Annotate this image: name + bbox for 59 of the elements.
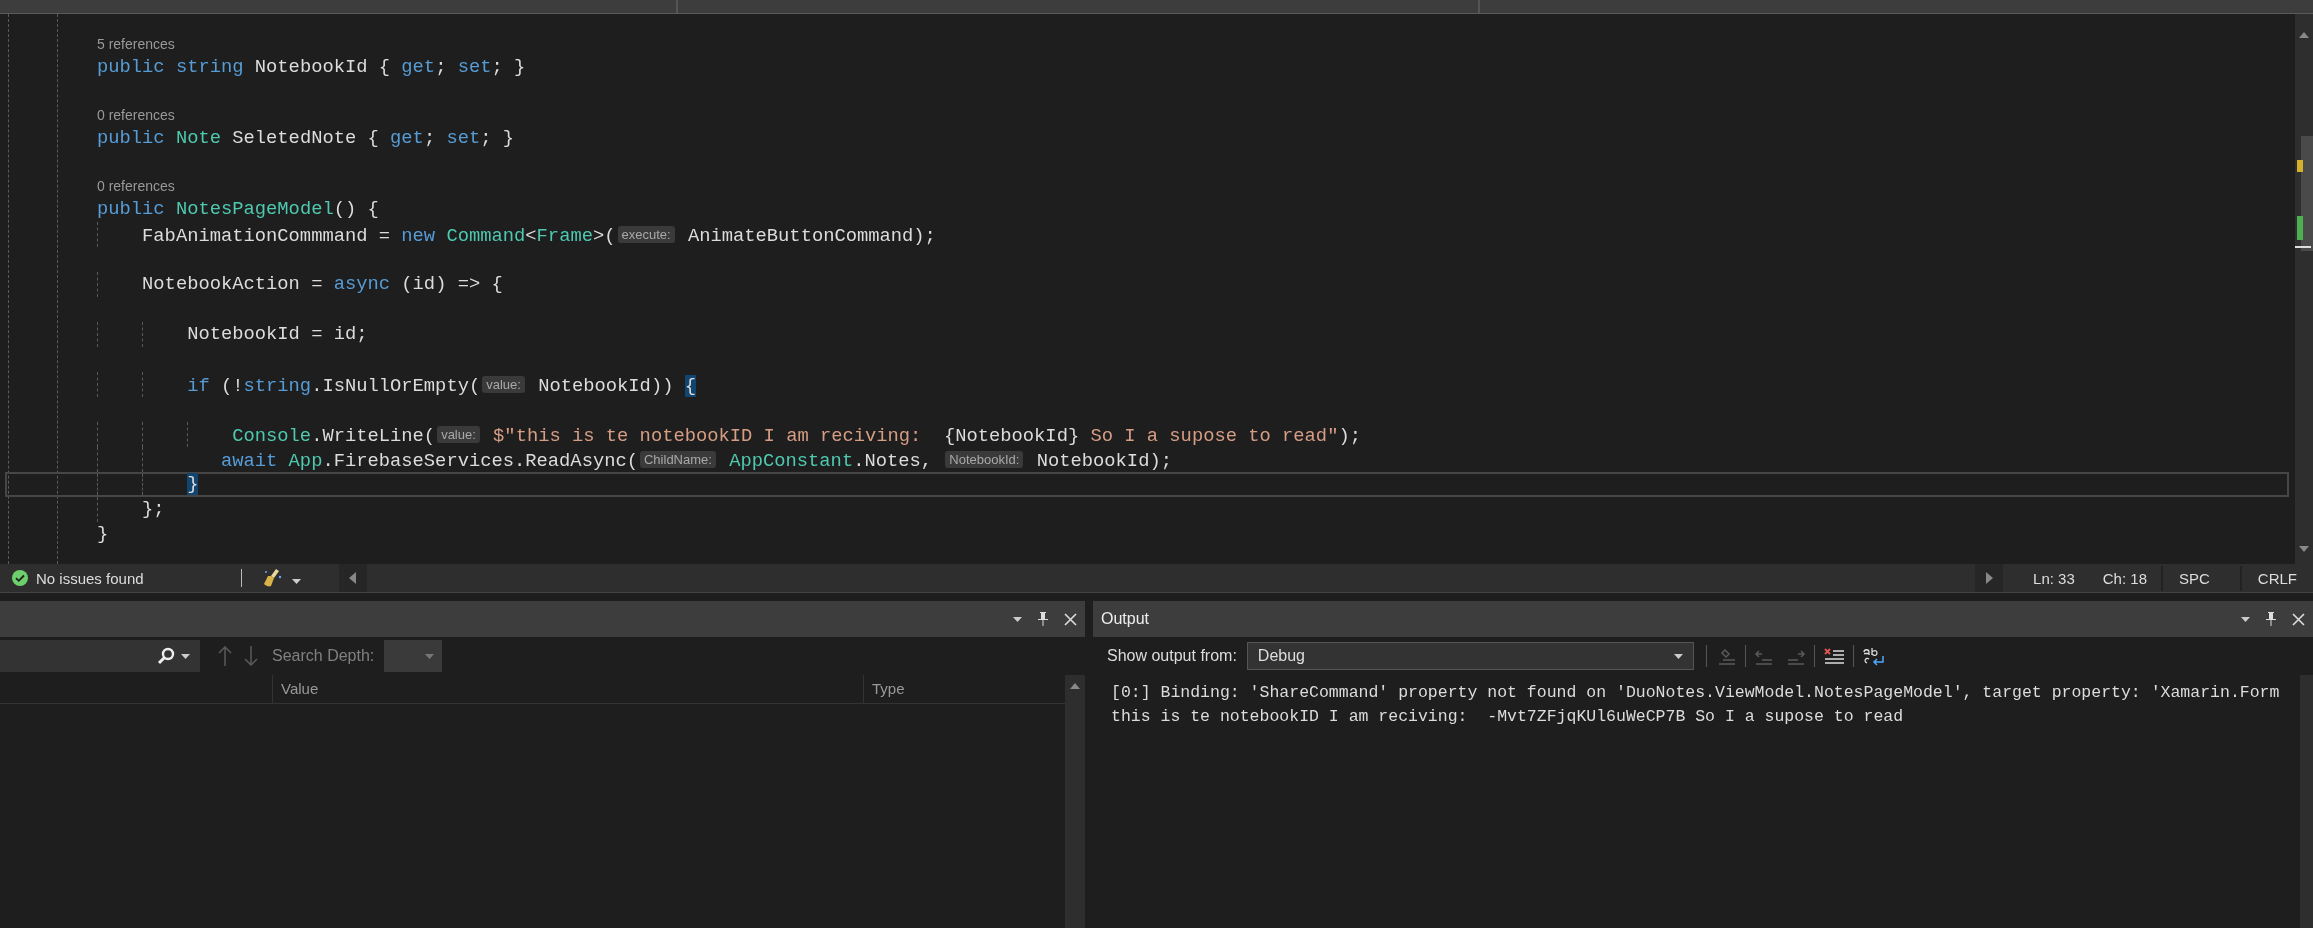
- dropdown-caret-icon: [291, 578, 301, 584]
- code-line: NotebookAction = async (id) => {: [97, 273, 503, 295]
- scroll-thumb[interactable]: [2301, 136, 2313, 251]
- word-wrap-icon[interactable]: [1861, 645, 1886, 667]
- caret-position-marker: [2295, 246, 2311, 248]
- panel-header: Output: [1093, 601, 2313, 637]
- broom-icon[interactable]: [261, 567, 284, 589]
- output-source-dropdown[interactable]: Debug: [1246, 642, 1694, 670]
- pin-icon[interactable]: [2266, 612, 2276, 626]
- line-endings[interactable]: CRLF: [2239, 565, 2313, 591]
- warning-marker: [2297, 160, 2303, 172]
- column-header[interactable]: Value: [281, 680, 319, 697]
- scroll-up-icon[interactable]: [2299, 32, 2309, 38]
- search-field[interactable]: [0, 640, 200, 672]
- search-depth-label: Search Depth:: [272, 647, 375, 665]
- column-number[interactable]: Ch: 18: [2102, 569, 2147, 587]
- scroll-right-icon: [1985, 572, 1993, 584]
- output-line: this is te notebookID I am reciving: -Mvt7ZFjqKUl6uWeCP7B So I a supose to read: [1111, 707, 1904, 726]
- close-icon[interactable]: [2292, 612, 2305, 626]
- vertical-scrollbar[interactable]: [1065, 675, 1085, 928]
- caret-icon: [425, 653, 435, 659]
- issues-status[interactable]: No issues found: [36, 569, 144, 587]
- code-line: if (!string.IsNullOrEmpty( $^{value:}$ NotebookId)) {: [97, 375, 696, 397]
- dropdown-caret-icon: [2241, 616, 2250, 622]
- output-line: [0:] Binding: 'ShareCommand' property not found on 'DuoNotes.ViewModel.NotesPageModel', target property: 'Xamarin.Form: [1111, 683, 2280, 702]
- indentation-mode[interactable]: SPC: [2161, 565, 2226, 591]
- code-line: public Note SeletedNote { get; set; }: [97, 127, 515, 149]
- vertical-scrollbar[interactable]: [2295, 14, 2313, 564]
- scroll-left-button[interactable]: [338, 564, 367, 592]
- code-line: await App.FirebaseServices.ReadAsync( $^{ChildName:}$ AppConstant.Notes, $^{NotebookId:}$ NotebookId);: [97, 450, 1172, 472]
- code-line: Console.WriteLine( $^{value:}$ $"this is te notebookID I am reciving: {NotebookId} So I a supose to read");: [97, 425, 1361, 447]
- code-line: public NotesPageModel() {: [97, 198, 379, 220]
- line-number[interactable]: Ln: 33: [2033, 569, 2075, 587]
- scroll-right-button[interactable]: [1975, 564, 2004, 592]
- code-line: FabAnimationCommmand = new Command<Frame>( $^{execute:}$ AnimateButtonCommand);: [97, 225, 936, 247]
- arrow-down-icon[interactable]: [244, 646, 258, 666]
- close-icon[interactable]: [1064, 612, 1077, 626]
- code-line: public string NotebookId { get; set; }: [97, 56, 526, 78]
- change-marker: [2297, 216, 2303, 240]
- clear-all-icon[interactable]: [1822, 646, 1845, 666]
- dropdown-caret-icon: [1013, 616, 1022, 622]
- column-header[interactable]: Type: [872, 680, 905, 697]
- code-line: }: [97, 473, 199, 495]
- arrow-up-icon[interactable]: [218, 646, 232, 666]
- search-icon: [157, 647, 175, 665]
- code-line: }: [97, 523, 109, 545]
- check-circle-icon: [12, 570, 28, 586]
- scroll-up-icon[interactable]: [1070, 683, 1080, 689]
- code-line: NotebookId = id;: [97, 323, 368, 345]
- caret-icon: [181, 653, 190, 659]
- output-source-label: Show output from:: [1107, 647, 1237, 665]
- caret-icon: [1673, 653, 1683, 659]
- reference-count[interactable]: 0 references: [97, 107, 175, 123]
- scroll-down-icon[interactable]: [2299, 546, 2309, 552]
- reference-count[interactable]: 0 references: [97, 178, 175, 194]
- pin-icon[interactable]: [1038, 612, 1048, 626]
- reference-count[interactable]: 5 references: [97, 36, 175, 52]
- code-line: };: [97, 498, 165, 520]
- scroll-left-icon: [349, 572, 357, 584]
